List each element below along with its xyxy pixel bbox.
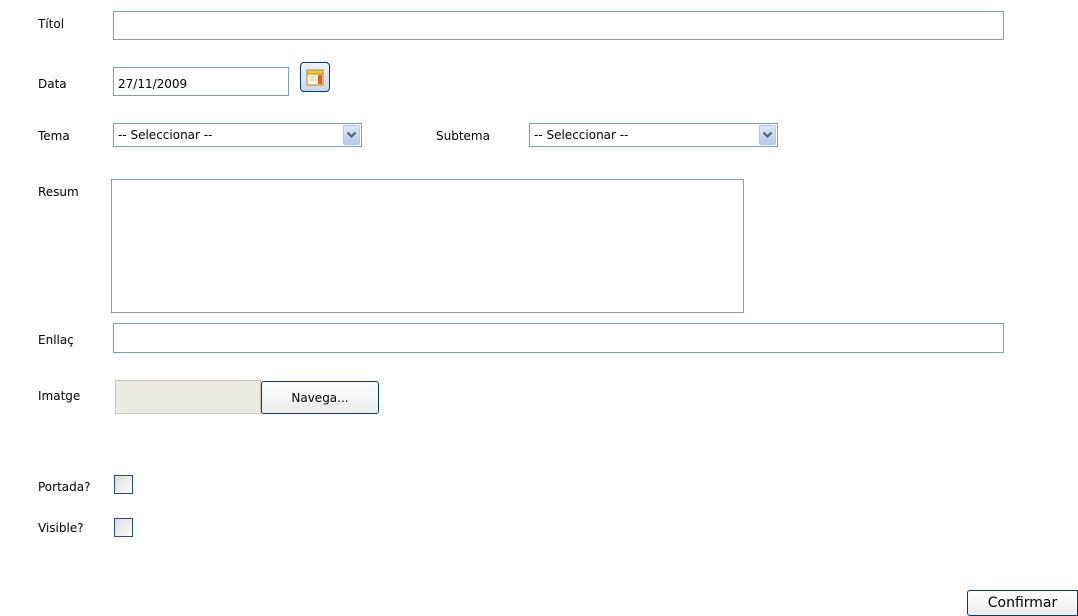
visible-checkbox[interactable]: [114, 518, 133, 537]
date-input[interactable]: [113, 67, 289, 96]
imatge-label: Imatge: [38, 389, 81, 403]
tema-selected-value: -- Seleccionar --: [118, 128, 213, 142]
titol-label: Títol: [38, 17, 65, 31]
titol-input[interactable]: [113, 11, 1004, 40]
tema-label: Tema: [38, 129, 70, 143]
portada-label: Portada?: [38, 480, 91, 494]
resum-textarea[interactable]: [111, 179, 744, 313]
subtema-select[interactable]: -- Seleccionar --: [529, 123, 778, 147]
enllac-label: Enllaç: [38, 333, 74, 347]
data-label: Data: [38, 77, 67, 91]
tema-dropdown-button[interactable]: [343, 125, 360, 145]
subtema-dropdown-button[interactable]: [759, 125, 776, 145]
calendar-icon: [306, 69, 324, 86]
confirm-button[interactable]: Confirmar: [967, 590, 1078, 616]
chevron-down-icon: [346, 131, 357, 139]
chevron-down-icon: [762, 131, 773, 139]
browse-button[interactable]: Navega...: [261, 381, 379, 414]
visible-label: Visible?: [38, 521, 84, 535]
subtema-label: Subtema: [436, 129, 490, 143]
subtema-selected-value: -- Seleccionar --: [534, 128, 629, 142]
calendar-button[interactable]: [300, 62, 330, 92]
tema-select[interactable]: -- Seleccionar --: [113, 123, 362, 147]
resum-label: Resum: [38, 185, 79, 199]
enllac-input[interactable]: [113, 323, 1004, 353]
portada-checkbox[interactable]: [114, 475, 133, 494]
imatge-file-path[interactable]: [115, 380, 261, 414]
